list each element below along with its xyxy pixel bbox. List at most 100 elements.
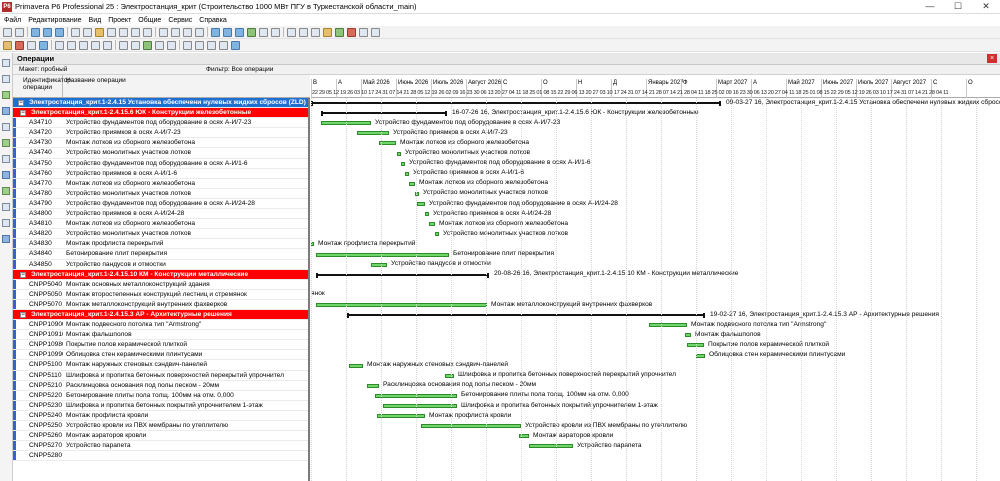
menu-enterprise[interactable]: Общие [138,17,161,24]
spell-check-icon[interactable] [207,40,216,50]
filter-icon[interactable] [171,27,180,37]
activity-bar[interactable] [429,222,435,227]
assign-icon[interactable] [79,40,88,50]
summary-bar[interactable] [347,312,705,319]
wbs-icon[interactable] [43,27,52,37]
wbs-row[interactable]: − Электростанция_крит.1-2.4.15 Установка … [13,98,308,109]
close-button[interactable]: ✕ [972,0,1000,13]
side-thresholds-icon[interactable] [2,155,10,163]
activity-bar[interactable] [696,353,705,358]
cut-icon[interactable] [119,27,128,37]
delete-icon[interactable] [15,40,24,50]
activity-row[interactable]: A34710 Устройство фундаментов под оборудо… [13,118,308,129]
activity-bar[interactable] [417,202,425,206]
activity-row[interactable]: A34790 Устройство фундаментов под оборудо… [13,198,308,210]
side-resources-icon[interactable] [2,107,10,115]
layout-icon[interactable] [159,27,168,37]
activity-row[interactable]: CNPP10980 Покрытие полов керамической пли… [13,340,308,351]
summary-bar[interactable] [321,110,447,117]
bookmark-icon[interactable] [323,27,332,37]
side-wbs-icon[interactable] [2,75,10,83]
wbs-row[interactable]: − Электростанция_крит.1-2.4.15.3 АР - Арх… [13,309,308,321]
forward-icon[interactable] [15,27,24,37]
activity-bar[interactable] [316,303,487,307]
activity-row[interactable]: A34720 Устройство приямков в осях А-И/7-2… [13,128,308,139]
baseline-icon[interactable] [155,40,164,50]
group-sort-icon[interactable] [183,27,192,37]
reports-icon[interactable] [359,27,368,37]
activity-bar[interactable] [383,404,457,408]
activity-row[interactable]: A34770 Монтаж лотков из сборного железобе… [13,178,308,189]
side-issues-icon[interactable] [2,171,10,179]
activity-bar[interactable] [371,262,387,267]
collapse-toggle-icon[interactable]: − [18,100,24,106]
activity-row[interactable]: A34740 Устройство монолитных участков лот… [13,148,308,159]
paste-icon[interactable] [143,27,152,37]
activity-row[interactable]: A34840 Бетонирование плит перекрытия [13,249,308,260]
unlink-icon[interactable] [67,40,76,50]
side-risks-icon[interactable] [2,219,10,227]
activity-bar[interactable] [397,151,401,156]
activity-row[interactable]: CNPP5050 Монтаж второстепенных конструкци… [13,289,308,300]
move-down-icon[interactable] [131,40,140,50]
zoom-in-icon[interactable] [287,27,296,37]
activity-bar[interactable] [357,131,389,136]
wbs-row[interactable]: − Электростанция_крит.1-2.4.15.6 ЮК - Кон… [13,108,308,119]
activity-bar[interactable] [649,323,687,328]
activity-row[interactable]: CNPP5070 Монтаж металлоконструкций внутре… [13,299,308,310]
summary-bar[interactable] [311,100,721,107]
add-icon[interactable] [3,40,12,50]
activity-row[interactable]: A34760 Устройство приямков в осях А-И/1-6 [13,168,308,179]
side-assignments-icon[interactable] [2,139,10,147]
collapse-toggle-icon[interactable]: − [20,110,26,117]
activity-row[interactable]: CNPP5220 Бетонирование плиты пола толщ. 1… [13,390,308,401]
activity-bar[interactable] [685,333,691,338]
menu-tools[interactable]: Сервис [168,17,192,24]
side-work-products-icon[interactable] [2,203,10,211]
print-preview-icon[interactable] [83,27,92,37]
zoom-out-icon[interactable] [299,27,308,37]
bars-icon[interactable] [247,27,256,37]
level-icon[interactable] [143,40,152,50]
expand-all-icon[interactable] [183,40,192,50]
find-icon[interactable] [311,27,320,37]
activity-bar[interactable] [409,181,415,186]
menu-edit[interactable]: Редактирование [28,17,81,24]
activity-row[interactable]: CNPP10910 Монтаж фальшполов [13,330,308,341]
back-icon[interactable] [3,27,12,37]
collapse-toggle-icon[interactable]: − [20,311,26,318]
column-header-activity-name[interactable]: Название операции [63,75,310,97]
activity-row[interactable]: CNPP5040 Монтаж основных металлоконструкц… [13,279,308,290]
activity-row[interactable]: CNPP5270 Устройство парапета [13,441,308,452]
gantt-chart-icon[interactable] [211,27,220,37]
activity-bar[interactable] [425,212,429,217]
activity-row[interactable]: CNPP5100 Монтаж наружных стеновых сэндвич… [13,360,308,371]
layout-label[interactable]: Макет: пробный [13,66,198,73]
save-icon[interactable] [107,27,116,37]
side-projects-icon[interactable] [2,59,10,67]
activity-row[interactable]: A34850 Устройство пандусов и отмостки [13,259,308,270]
activity-row[interactable]: A34780 Устройство монолитных участков лот… [13,188,308,199]
activity-row[interactable]: A34830 Монтаж профлиста перекрытий [13,239,308,250]
side-reports-icon[interactable] [2,187,10,195]
menu-view[interactable]: Вид [89,17,102,24]
scroll-to-bar-icon[interactable] [271,27,280,37]
activity-row[interactable]: A34810 Монтаж лотков из сборного железобе… [13,219,308,230]
help-icon[interactable] [371,27,380,37]
collapse-toggle-icon[interactable]: − [20,271,26,278]
activity-row[interactable]: CNPP5230 Шлифовка и пропитка бетонных пок… [13,400,308,411]
activity-row[interactable]: CNPP10900 Монтаж подвесного потолка тип "… [13,320,308,331]
wbs-view-icon[interactable] [231,40,240,50]
activity-row[interactable]: A34820 Устройство монолитных участков лот… [13,229,308,240]
print-icon[interactable] [71,27,80,37]
activity-row[interactable]: CNPP5280 [13,451,308,462]
link-icon[interactable] [55,40,64,50]
edit-icon[interactable] [27,40,36,50]
activity-bar[interactable] [405,171,409,176]
indent-icon[interactable] [91,40,100,50]
activity-row[interactable]: CNPP5110 Шлифовка и пропитка бетонных пов… [13,370,308,381]
side-expenses-icon[interactable] [2,235,10,243]
move-up-icon[interactable] [119,40,128,50]
activity-bar[interactable] [349,363,363,368]
activity-row[interactable]: CNPP5240 Монтаж профлиста кровли [13,410,308,421]
